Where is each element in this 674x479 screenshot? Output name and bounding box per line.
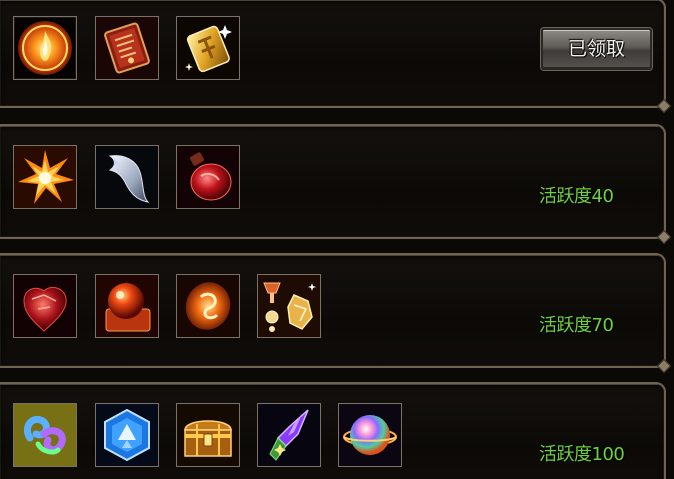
blue-crystal-icon: [96, 404, 158, 466]
claimed-button[interactable]: 已领取: [541, 28, 652, 70]
reward-slot[interactable]: [257, 274, 321, 338]
reward-slot[interactable]: [13, 16, 77, 80]
reward-slot[interactable]: [338, 403, 402, 467]
purple-crystal-icon: [258, 404, 320, 466]
reward-row-2: 活跃度40: [0, 124, 666, 239]
flame-burst-icon: [14, 146, 76, 208]
reward-slot[interactable]: [95, 274, 159, 338]
reward-slot[interactable]: [257, 403, 321, 467]
reward-slot[interactable]: [176, 145, 240, 209]
reward-slot[interactable]: [176, 403, 240, 467]
rainbow-ring-icon: [14, 404, 76, 466]
reward-row-1: 已领取: [0, 0, 666, 108]
reward-slot[interactable]: [13, 274, 77, 338]
treasure-chest-icon: [177, 404, 239, 466]
reward-slot[interactable]: [95, 145, 159, 209]
reward-slot[interactable]: [176, 274, 240, 338]
reward-slot[interactable]: [95, 16, 159, 80]
silver-fang-icon: [96, 146, 158, 208]
reward-slot[interactable]: [13, 403, 77, 467]
reward-slot[interactable]: [176, 16, 240, 80]
red-orb-icon: [96, 275, 158, 337]
reward-slot[interactable]: [13, 145, 77, 209]
activity-requirement-label: 活跃度100: [539, 444, 625, 465]
gold-tablet-icon: [177, 17, 239, 79]
activity-requirement-label: 活跃度70: [539, 315, 614, 336]
reward-row-3: 活跃度70: [0, 253, 666, 368]
scroll-book-icon: [96, 17, 158, 79]
reward-slot[interactable]: [95, 403, 159, 467]
red-gem-icon: [14, 275, 76, 337]
gold-pills-icon: [258, 275, 320, 337]
fire-orb-icon: [18, 21, 72, 75]
rainbow-sphere-icon: [339, 404, 401, 466]
reward-row-4: 活跃度100: [0, 382, 666, 479]
red-potion-icon: [177, 146, 239, 208]
activity-rewards-panel: 已领取 活跃度40 活跃度70 活跃度100: [0, 0, 674, 479]
activity-requirement-label: 活跃度40: [539, 186, 614, 207]
fire-rune-icon: [177, 275, 239, 337]
